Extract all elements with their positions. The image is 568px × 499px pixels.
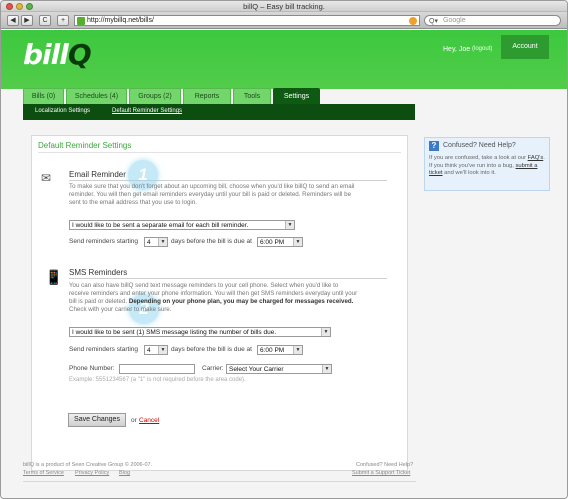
account-button[interactable]: Account: [501, 35, 549, 59]
tab-settings[interactable]: Settings: [273, 88, 320, 104]
envelope-icon: ✉: [41, 171, 52, 185]
phone-number-label: Phone Number:: [69, 365, 115, 372]
help-icon: ?: [429, 141, 439, 151]
footer-divider: [23, 481, 416, 482]
help-title: Confused? Need Help?: [443, 142, 516, 149]
tab-groups[interactable]: Groups (2): [129, 88, 181, 104]
subnav-localization-link[interactable]: Localization Settings: [35, 108, 90, 114]
tab-schedules[interactable]: Schedules (4): [66, 88, 127, 104]
address-text: http://mybillq.net/bills/: [87, 17, 154, 24]
subnav-reminder-link[interactable]: Default Reminder Settings: [112, 108, 182, 114]
sms-days-label: days before the bill is due at: [171, 346, 252, 353]
help-box: ? Confused? Need Help? If you are confus…: [424, 137, 550, 191]
cancel-link[interactable]: Cancel: [139, 417, 159, 424]
add-bookmark-button[interactable]: +: [57, 15, 69, 26]
email-days-label: days before the bill is due at: [171, 238, 252, 245]
phone-icon: 📱: [45, 269, 63, 285]
footer-copyright: billQ is a product of Seen Creative Grou…: [23, 462, 153, 468]
chevron-down-icon: ▼: [293, 346, 302, 354]
email-mode-select[interactable]: I would like to be sent a separate email…: [69, 220, 295, 230]
browser-window: billQ – Easy bill tracking. ◀ ▶ C + http…: [0, 0, 568, 499]
rss-icon[interactable]: [409, 17, 417, 25]
chevron-down-icon: ▼: [285, 221, 294, 229]
sms-mode-select[interactable]: I would like to be sent (1) SMS message …: [69, 327, 331, 337]
email-days-select[interactable]: 4 ▼: [144, 237, 168, 247]
window-title: billQ – Easy bill tracking.: [243, 2, 325, 11]
phone-example-hint: Example: 5551234567 (a "1" is not requir…: [69, 377, 246, 383]
favicon-icon: [77, 17, 85, 25]
sms-days-select[interactable]: 4 ▼: [144, 345, 168, 355]
email-section-divider: [69, 180, 387, 181]
logout-link[interactable]: (logout): [472, 46, 492, 52]
browser-toolbar: ◀ ▶ C + http://mybillq.net/bills/ Q▾ Goo…: [1, 12, 567, 29]
support-ticket-link[interactable]: Submit a Support Ticket: [352, 470, 410, 476]
sms-section-divider: [69, 278, 387, 279]
address-bar[interactable]: http://mybillq.net/bills/: [74, 15, 420, 26]
tab-reports[interactable]: Reports: [183, 88, 231, 104]
carrier-label: Carrier:: [202, 365, 224, 372]
chevron-down-icon: ▼: [158, 238, 167, 246]
email-send-label: Send reminders starting: [69, 238, 139, 245]
site-content: billQ Hey, Joe (logout) Account Bills (0…: [1, 30, 567, 498]
sms-section-title: SMS Reminders: [69, 268, 128, 277]
back-button[interactable]: ◀: [7, 15, 19, 26]
phone-number-input[interactable]: [119, 364, 195, 374]
save-changes-button[interactable]: Save Changes: [68, 413, 126, 427]
search-field[interactable]: Q▾ Google: [424, 15, 561, 26]
tab-bills[interactable]: Bills (0): [23, 88, 64, 104]
email-description: To make sure that you don't forget about…: [69, 183, 355, 206]
site-header: billQ Hey, Joe (logout) Account: [1, 30, 567, 89]
title-bar: billQ – Easy bill tracking.: [1, 1, 567, 12]
main-tabs: Bills (0) Schedules (4) Groups (2) Repor…: [23, 88, 320, 104]
tab-tools[interactable]: Tools: [233, 88, 271, 104]
chevron-down-icon: ▼: [321, 328, 330, 336]
sms-time-select[interactable]: 6:00 PM ▼: [257, 345, 303, 355]
sms-description: You can also have billQ send text messag…: [69, 282, 358, 313]
chevron-down-icon: ▼: [158, 346, 167, 354]
sms-send-label: Send reminders starting: [69, 346, 139, 353]
blog-link[interactable]: Blog: [119, 470, 130, 476]
footer-help-label: Confused? Need Help?: [356, 462, 414, 468]
chevron-down-icon: ▼: [322, 365, 331, 373]
email-time-select[interactable]: 6:00 PM ▼: [257, 237, 303, 247]
terms-link[interactable]: Terms of Service: [23, 470, 64, 476]
carrier-select[interactable]: Select Your Carrier ▼: [226, 364, 332, 374]
help-text: If you are confused, take a look at our …: [429, 155, 545, 176]
privacy-link[interactable]: Privacy Policy: [75, 470, 109, 476]
panel-divider: [38, 152, 401, 153]
faq-link[interactable]: FAQ's: [528, 155, 544, 161]
or-label: or: [131, 417, 137, 424]
panel-title: Default Reminder Settings: [38, 141, 132, 150]
reload-button[interactable]: C: [39, 15, 51, 26]
forward-button[interactable]: ▶: [21, 15, 33, 26]
email-section-title: Email Reminder: [69, 170, 126, 179]
chevron-down-icon: ▼: [293, 238, 302, 246]
settings-subnav: Localization Settings Default Reminder S…: [23, 104, 415, 120]
billq-logo[interactable]: billQ: [23, 38, 92, 71]
greeting: Hey, Joe: [443, 46, 471, 53]
search-placeholder: Google: [443, 17, 466, 24]
reminder-settings-panel: Default Reminder Settings ✉ Email Remind…: [31, 135, 408, 471]
search-icon: Q▾: [429, 18, 438, 25]
